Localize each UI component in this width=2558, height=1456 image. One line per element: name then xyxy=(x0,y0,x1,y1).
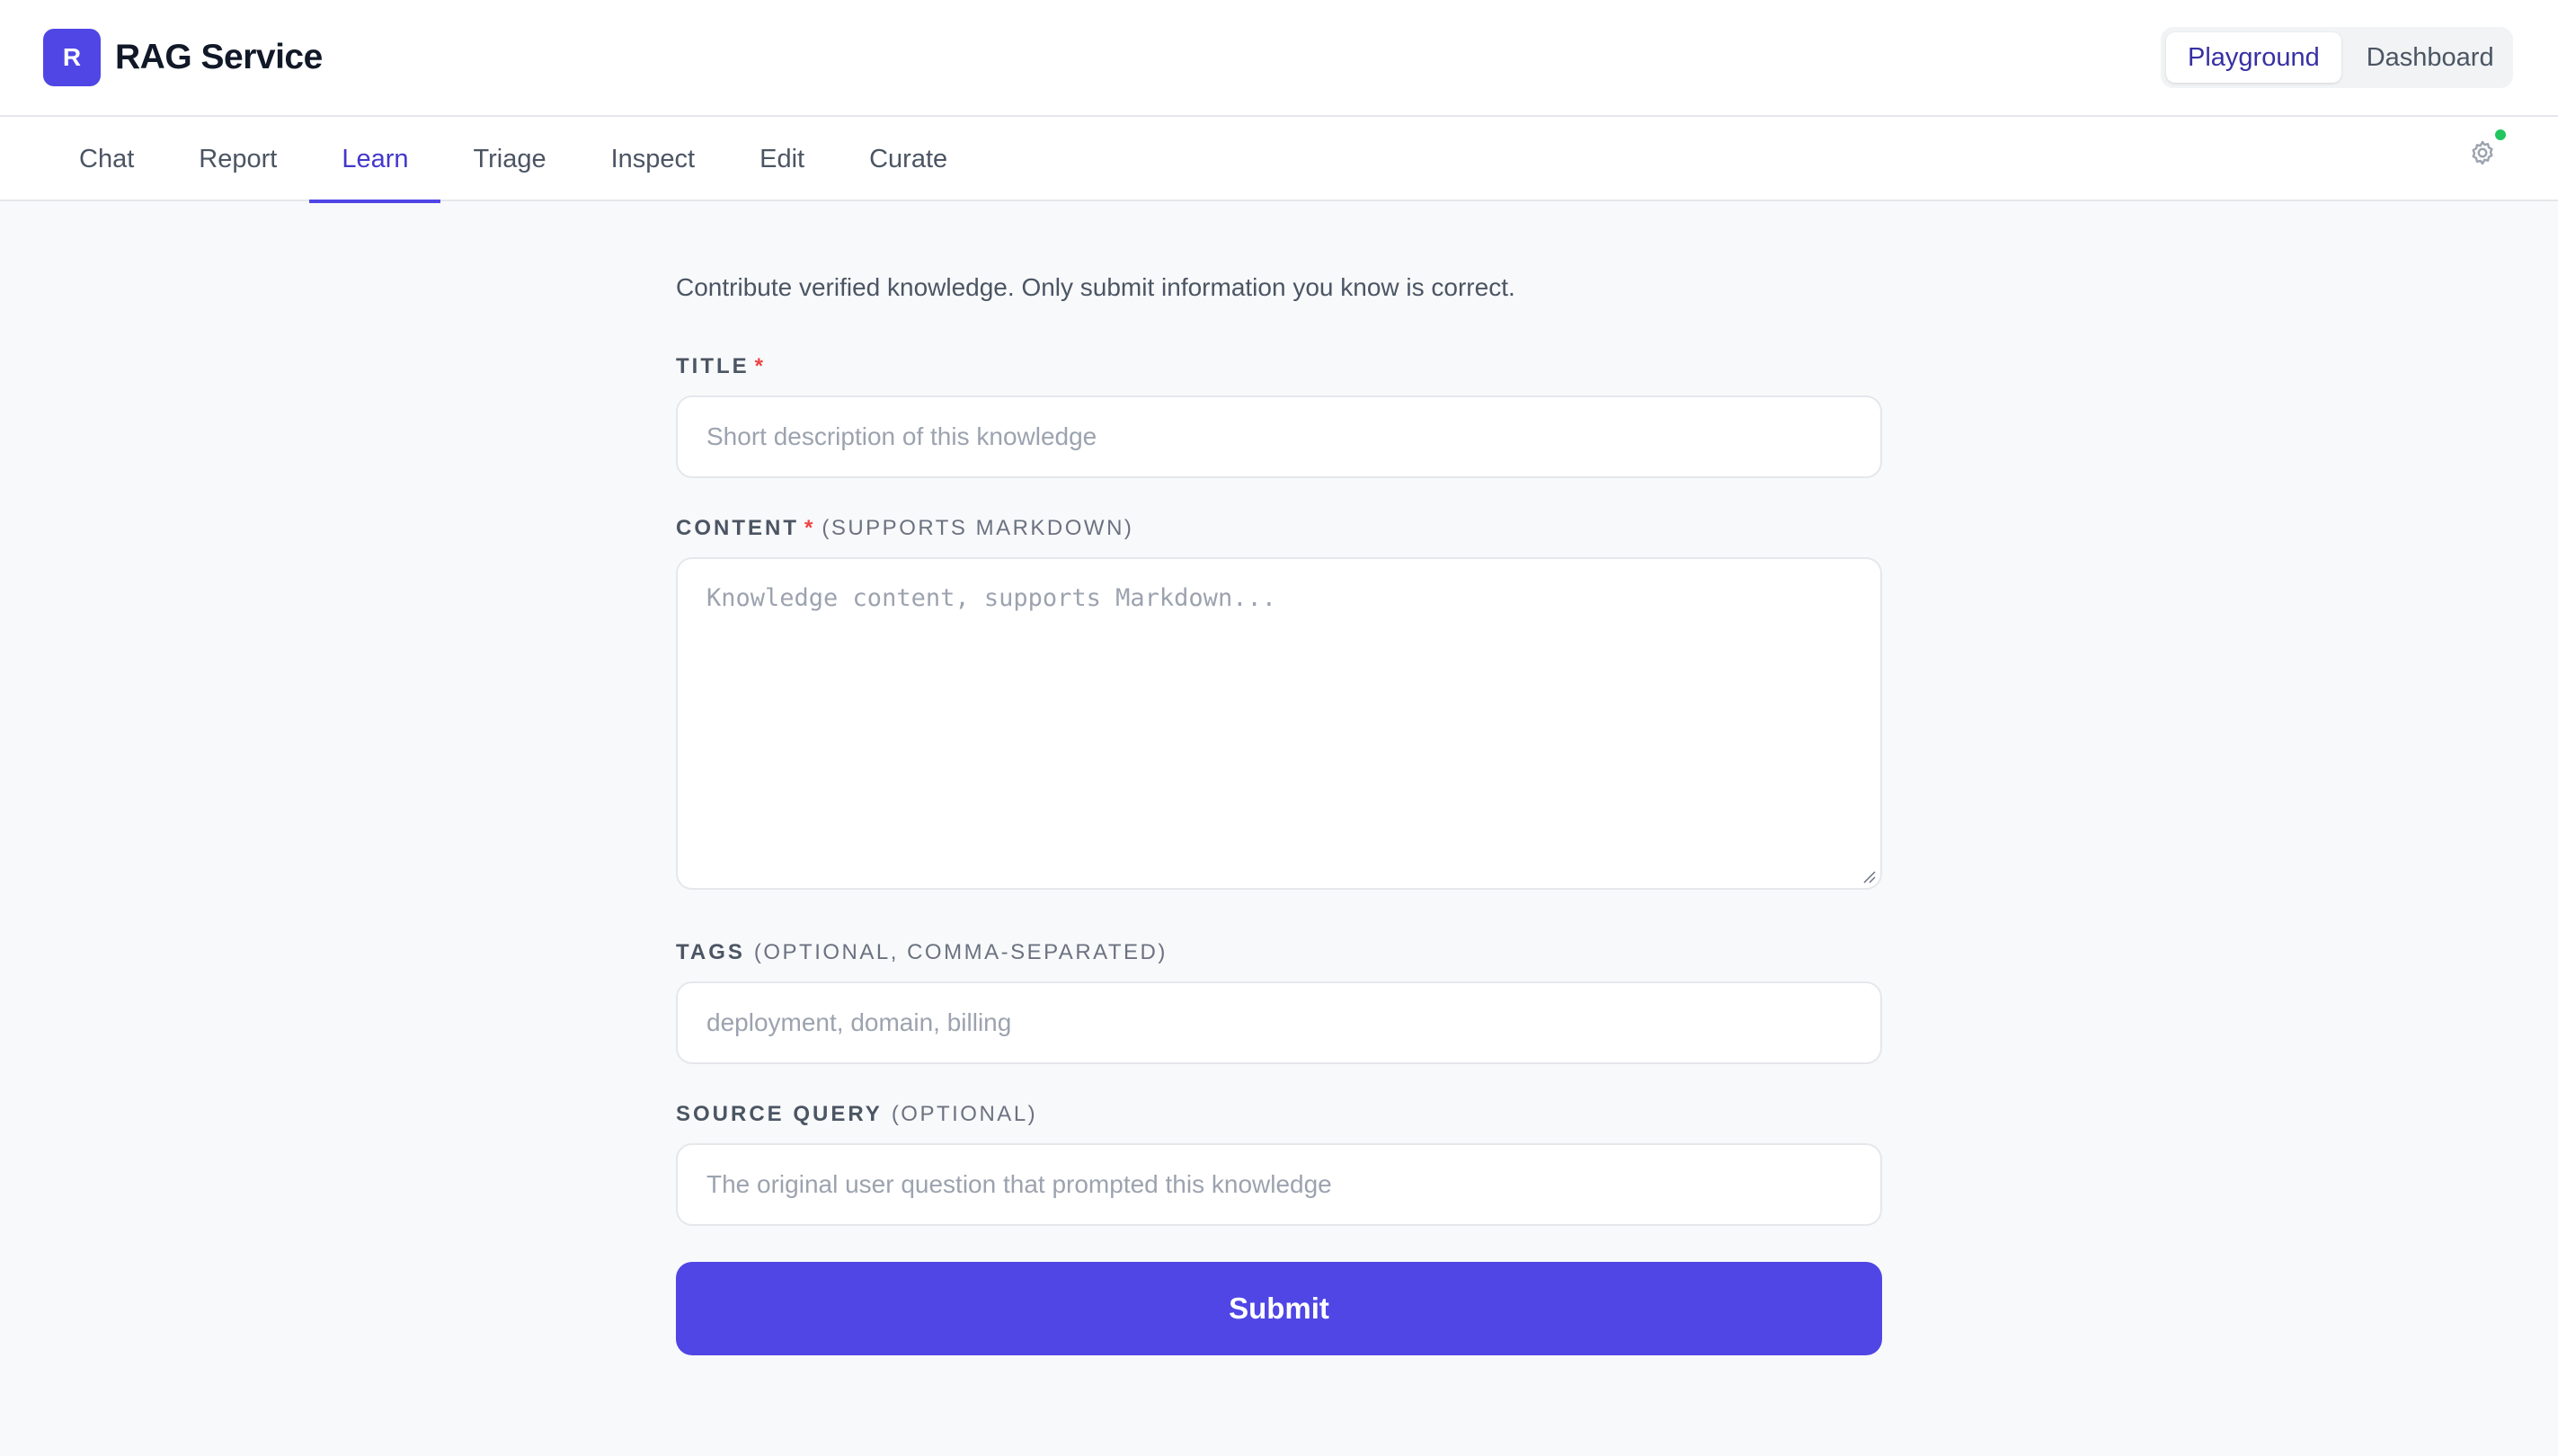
resize-handle-icon[interactable] xyxy=(1861,868,1877,884)
required-mark: * xyxy=(804,516,813,540)
app-header: R RAG Service Playground Dashboard xyxy=(0,0,2558,117)
mode-toggle: Playground Dashboard xyxy=(2161,27,2513,88)
content-label: CONTENT * (SUPPORTS MARKDOWN) xyxy=(676,516,1133,541)
content-textarea[interactable]: Knowledge content, supports Markdown... xyxy=(676,557,1882,890)
tags-input[interactable]: deployment, domain, billing xyxy=(676,981,1882,1064)
tab-inspect[interactable]: Inspect xyxy=(579,117,728,201)
source-query-hint: (OPTIONAL) xyxy=(891,1102,1038,1126)
dashboard-mode-button[interactable]: Dashboard xyxy=(2345,32,2516,83)
source-query-label: SOURCE QUERY (OPTIONAL) xyxy=(676,1102,1037,1127)
playground-mode-button[interactable]: Playground xyxy=(2166,32,2341,83)
tab-edit[interactable]: Edit xyxy=(727,117,837,201)
title-placeholder: Short description of this knowledge xyxy=(706,422,1097,450)
tab-learn[interactable]: Learn xyxy=(309,117,441,203)
source-query-label-text: SOURCE QUERY xyxy=(676,1102,883,1126)
status-indicator xyxy=(2493,128,2508,142)
app-title: RAG Service xyxy=(115,38,323,76)
source-query-input[interactable]: The original user question that prompted… xyxy=(676,1143,1882,1226)
title-label-text: TITLE xyxy=(676,354,750,378)
tab-triage[interactable]: Triage xyxy=(440,117,578,201)
tags-placeholder: deployment, domain, billing xyxy=(706,1008,1012,1036)
title-input[interactable]: Short description of this knowledge xyxy=(676,395,1882,478)
content-hint: (SUPPORTS MARKDOWN) xyxy=(822,516,1134,540)
tags-label-text: TAGS xyxy=(676,940,745,964)
form-intro: Contribute verified knowledge. Only subm… xyxy=(676,273,1515,301)
source-query-placeholder: The original user question that prompted… xyxy=(706,1170,1332,1198)
content-placeholder: Knowledge content, supports Markdown... xyxy=(706,584,1276,612)
content-label-text: CONTENT xyxy=(676,516,799,540)
title-label: TITLE * xyxy=(676,354,763,379)
tab-bar: Chat Report Learn Triage Inspect Edit Cu… xyxy=(0,117,2558,203)
required-mark: * xyxy=(754,354,763,378)
tab-curate[interactable]: Curate xyxy=(837,117,980,201)
app-logo: R xyxy=(43,29,101,86)
tags-label: TAGS (OPTIONAL, COMMA-SEPARATED) xyxy=(676,940,1168,965)
tags-hint: (OPTIONAL, COMMA-SEPARATED) xyxy=(753,940,1168,964)
tab-chat[interactable]: Chat xyxy=(47,117,166,201)
tab-report[interactable]: Report xyxy=(166,117,309,201)
submit-button[interactable]: Submit xyxy=(676,1262,1882,1355)
